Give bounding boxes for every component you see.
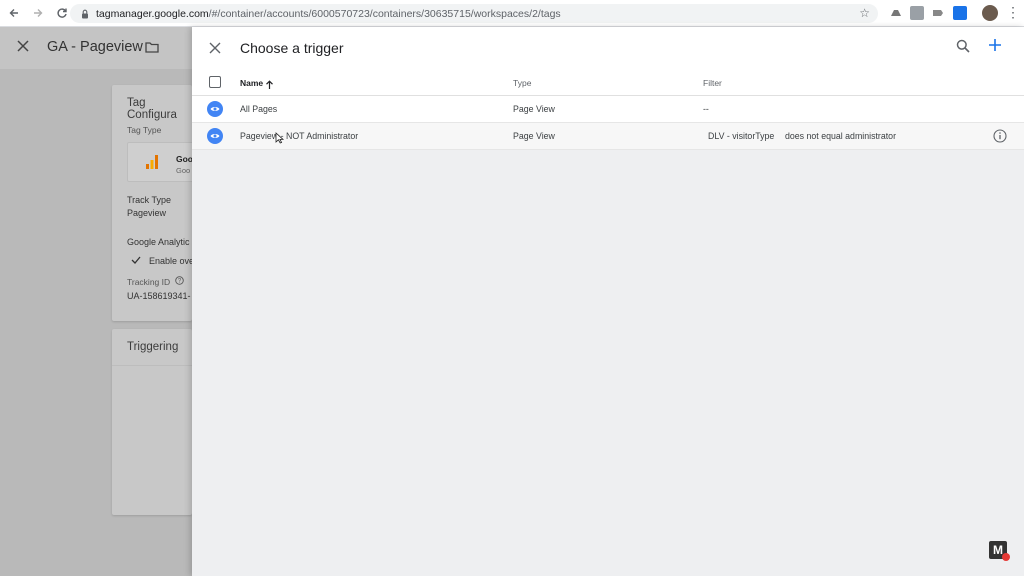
lock-icon [80,9,90,19]
card-heading: Triggering [127,341,179,353]
google-analytics-icon [146,155,158,169]
checkmark-icon [131,256,141,266]
trigger-name[interactable]: All Pages [240,104,277,114]
eye-icon [207,128,223,144]
tag-type-selector[interactable]: Goo Goo [127,142,192,182]
track-type-value: Pageview [127,208,167,218]
logo-dot [1002,553,1010,561]
table-header: Name Type Filter [192,69,1024,96]
extension-blue-icon[interactable] [953,6,967,20]
tag-type-subtitle: Goo [176,166,191,175]
divider [112,365,192,366]
profile-avatar[interactable] [982,5,998,21]
table-row[interactable]: Pageview - NOT Administrator Page View D… [192,123,1024,150]
trigger-name[interactable]: Pageview - NOT Administrator [240,131,358,141]
close-icon[interactable] [209,41,221,54]
tag-name[interactable]: GA - Pageview [47,39,143,55]
search-icon[interactable] [956,39,970,53]
trigger-type: Page View [513,131,555,141]
panel-header: Choose a trigger [192,27,1024,69]
column-filter-header[interactable]: Filter [703,78,722,88]
tag-editor-header: GA - Pageview [0,27,192,69]
reload-icon[interactable] [52,3,72,23]
url-host: tagmanager.google.com [96,7,209,20]
tag-type-label: Tag Type [127,125,162,135]
panel-title: Choose a trigger [240,40,344,56]
address-bar[interactable]: tagmanager.google.com/#/container/accoun… [70,4,878,23]
extension-tag-icon[interactable] [931,6,945,20]
enable-override-label[interactable]: Enable ove [149,256,192,266]
column-name-header[interactable]: Name [240,78,263,88]
extension-drive-icon[interactable] [889,6,903,20]
ga-settings-label: Google Analytic [127,237,190,247]
trigger-filter-variable: DLV - visitorType [708,131,775,141]
trigger-filter: -- [703,104,709,114]
mouse-cursor-icon [275,131,285,144]
column-type-header[interactable]: Type [513,78,531,88]
sort-arrow-up-icon[interactable] [265,77,274,89]
extension-code-icon[interactable] [910,6,924,20]
choose-trigger-panel: Choose a trigger Name Type Filter All Pa… [192,27,1024,576]
tag-configuration-card[interactable]: Tag Configura Tag Type Goo Goo Track Typ… [112,85,192,321]
eye-icon [207,101,223,117]
tracking-id-value: UA-158619341- [127,291,191,301]
forward-icon[interactable] [28,3,48,23]
help-icon[interactable]: ? [175,276,184,287]
trigger-type: Page View [513,104,555,114]
browser-menu-icon[interactable]: ⋮ [1006,4,1020,20]
browser-toolbar: tagmanager.google.com/#/container/accoun… [0,0,1024,27]
select-all-checkbox[interactable] [209,76,221,88]
star-icon[interactable]: ☆ [859,6,870,20]
card-heading: Tag Configura [127,97,177,121]
back-icon[interactable] [4,3,24,23]
triggering-card[interactable]: Triggering [112,329,192,515]
add-icon[interactable] [988,38,1002,52]
info-icon[interactable] [993,129,1007,143]
tracking-id-label: Tracking ID [127,277,171,287]
tag-type-name: Goo [176,154,192,164]
table-row[interactable]: All Pages Page View -- [192,96,1024,123]
folder-icon[interactable] [145,40,159,53]
close-icon[interactable] [16,39,30,53]
trigger-filter-condition: does not equal administrator [785,131,897,141]
url-path: /#/container/accounts/6000570723/contain… [208,7,561,20]
track-type-label: Track Type [127,195,172,205]
